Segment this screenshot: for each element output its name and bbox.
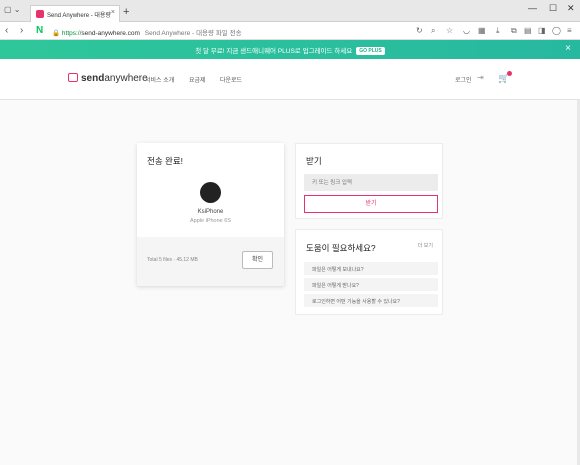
transfer-summary-footer: Total 5 files · 45.12 MB 확인 [137,237,284,286]
transfer-complete-title: 전송 완료! [147,156,184,166]
login-arrow-icon[interactable]: ⇥ [477,73,484,82]
transfer-total: Total 5 files · 45.12 MB [147,257,198,263]
faq-item[interactable]: 로그인하면 어떤 기능을 사용할 수 있나요? [304,294,438,307]
reload-icon[interactable]: ↻ [416,26,423,35]
url-field[interactable]: 🔒 https://send-anywhere.com Send Anywher… [52,27,242,37]
device-name: KsiPhone [197,209,224,215]
page-background [0,100,580,465]
apple-device-icon [200,182,221,203]
tab-title: Send Anywhere - 대용량 [47,13,111,19]
nav-pricing[interactable]: 요금제 [189,75,206,84]
login-link[interactable]: 로그인 [455,75,472,84]
transfer-complete-card: 전송 완료! KsiPhone Apple iPhone 6S Total 5 … [137,143,284,286]
logo-text-bold: send [81,73,105,84]
url-host: send-anywhere.com [81,30,140,37]
help-card: 도움이 필요하세요? 더 보기 파일은 어떻게 보내나요? 파일은 어떻게 받나… [295,229,443,315]
new-tab-button[interactable]: + [123,6,129,18]
favicon-icon [36,10,44,18]
star-icon[interactable]: ☆ [446,26,453,35]
promo-close-icon[interactable]: × [565,43,571,54]
capture-icon[interactable]: ⧉ [511,26,517,36]
url-page-title: Send Anywhere - 대용량 파일 전송 [144,30,242,37]
sidebar-icon[interactable]: ◨ [538,26,546,35]
browser-tab[interactable]: Send Anywhere - 대용량 × [30,5,120,22]
key-input[interactable] [304,174,438,191]
logo-text-light: anywhere [104,73,148,84]
receive-title: 받기 [306,156,322,166]
lock-icon: 🔒 [52,30,61,37]
reader-icon[interactable]: ▤ [524,26,532,35]
go-plus-badge[interactable]: GO PLUS [356,47,385,55]
device-model: Apple iPhone 6S [190,218,231,224]
faq-item[interactable]: 파일은 어떻게 받나요? [304,278,438,291]
close-window-icon[interactable]: ✕ [567,3,575,14]
forward-icon[interactable]: › [20,25,23,36]
nav-service-intro[interactable]: 서비스 소개 [145,75,174,84]
address-bar: ‹ › N 🔒 https://send-anywhere.com Send A… [0,22,580,40]
faq-item[interactable]: 파일은 어떻게 보내나요? [304,262,438,275]
browser-tab-bar: ▢ ⌄ Send Anywhere - 대용량 × + — ☐ ✕ [0,0,580,22]
url-scheme: https:// [61,30,82,37]
maximize-icon[interactable]: ☐ [549,3,557,14]
tab-list-icon[interactable]: ▢ ⌄ [4,5,20,14]
grid-icon[interactable]: ▦ [478,26,486,35]
receive-card: 받기 받기 [295,143,443,219]
menu-icon[interactable]: ≡ [567,26,572,35]
promo-banner: 첫 달 무료! 지금 샌드애니웨어 PLUS로 업그레이드 하세요 GO PLUS… [0,40,580,59]
help-more-link[interactable]: 더 보기 [418,242,433,249]
download-icon[interactable]: ⤓ [496,26,500,36]
logo-mark-icon [68,73,78,82]
back-icon[interactable]: ‹ [5,25,8,36]
search-icon[interactable]: ⌕ [431,26,435,36]
cart-icon[interactable]: 🛒 [498,71,513,84]
profile-icon[interactable]: ◯ [552,26,561,35]
send-anywhere-logo[interactable]: sendanywhere [68,73,148,84]
help-title: 도움이 필요하세요? [306,243,376,253]
naver-logo-icon[interactable]: N [36,25,46,36]
confirm-button[interactable]: 확인 [242,251,273,269]
tab-close-icon[interactable]: × [111,9,115,16]
cart-badge [507,71,513,76]
nav-download[interactable]: 다운로드 [220,75,242,84]
promo-text: 첫 달 무료! 지금 샌드애니웨어 PLUS로 업그레이드 하세요 [195,48,353,55]
receive-button[interactable]: 받기 [304,195,438,213]
site-header: sendanywhere 서비스 소개 요금제 다운로드 로그인 ⇥ 🛒 [0,59,580,100]
promo-message[interactable]: 첫 달 무료! 지금 샌드애니웨어 PLUS로 업그레이드 하세요 GO PLUS [0,45,580,55]
minimize-icon[interactable]: — [528,3,537,13]
pocket-icon[interactable]: ◡ [463,26,470,35]
